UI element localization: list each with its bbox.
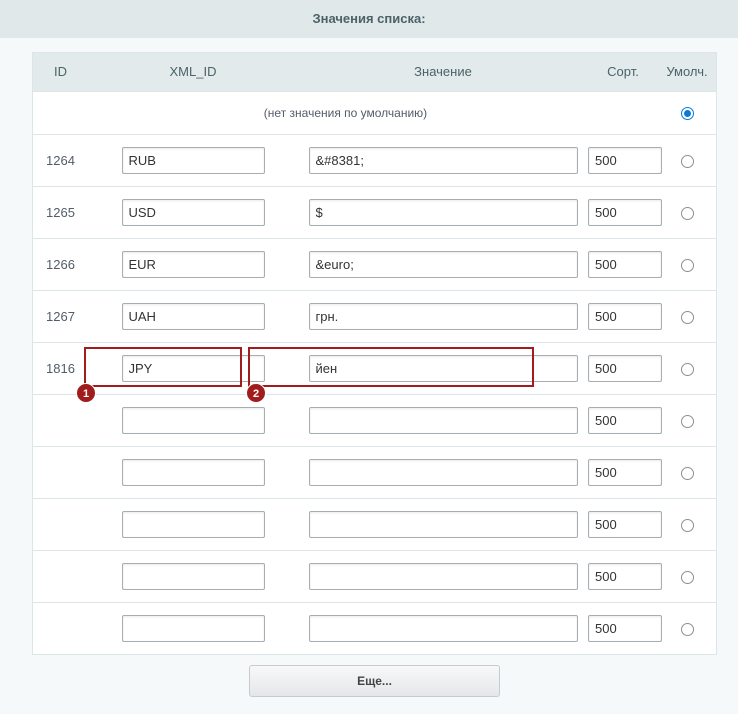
sort-input[interactable] <box>588 510 662 538</box>
table-row <box>33 602 716 654</box>
sort-input[interactable] <box>588 250 662 278</box>
row-id: 1264 <box>33 134 88 187</box>
no-default-label: (нет значения по умолчанию) <box>33 91 658 135</box>
xml-id-input[interactable] <box>121 614 265 642</box>
default-radio[interactable] <box>680 622 694 636</box>
sort-input[interactable] <box>588 562 662 590</box>
default-radio[interactable] <box>680 518 694 532</box>
table-row: 1266 <box>33 238 716 291</box>
table-header-row: ID XML_ID Значение Сорт. Умолч. <box>33 53 716 92</box>
default-radio[interactable] <box>680 258 694 272</box>
default-radio[interactable] <box>680 362 694 376</box>
table-row <box>33 394 716 447</box>
more-button[interactable]: Еще... <box>249 665 500 697</box>
row-id <box>33 446 88 499</box>
xml-id-input[interactable] <box>121 458 265 486</box>
sort-input[interactable] <box>588 458 662 486</box>
default-radio[interactable] <box>680 206 694 220</box>
row-id <box>33 550 88 603</box>
sort-input[interactable] <box>588 302 662 330</box>
value-input[interactable] <box>308 510 578 538</box>
sort-input[interactable] <box>588 614 662 642</box>
table-row: 1267 <box>33 290 716 343</box>
xml-id-input[interactable] <box>121 198 265 226</box>
row-id <box>33 394 88 447</box>
value-input[interactable] <box>308 250 578 278</box>
default-radio[interactable] <box>680 466 694 480</box>
row-id: 1265 <box>33 186 88 239</box>
default-radio[interactable] <box>680 310 694 324</box>
value-input[interactable] <box>308 146 578 174</box>
table-row <box>33 446 716 499</box>
column-header-id: ID <box>33 53 88 92</box>
value-input[interactable] <box>308 198 578 226</box>
row-id: 1266 <box>33 238 88 291</box>
default-radio-none[interactable] <box>680 107 694 121</box>
default-radio[interactable] <box>680 414 694 428</box>
sort-input[interactable] <box>588 354 662 382</box>
row-id: 1267 <box>33 290 88 343</box>
value-input[interactable] <box>308 614 578 642</box>
column-header-value: Значение <box>298 53 588 92</box>
value-input[interactable] <box>308 458 578 486</box>
xml-id-input[interactable] <box>121 510 265 538</box>
row-id <box>33 498 88 551</box>
xml-id-input[interactable] <box>121 302 265 330</box>
section-title: Значения списка: <box>0 0 738 38</box>
highlight-box-value <box>248 347 534 387</box>
xml-id-input[interactable] <box>121 146 265 174</box>
table-row: 1264 <box>33 134 716 187</box>
xml-id-input[interactable] <box>121 250 265 278</box>
table-row: 1265 <box>33 186 716 239</box>
value-input[interactable] <box>308 406 578 434</box>
row-id <box>33 602 88 654</box>
value-input[interactable] <box>308 562 578 590</box>
sort-input[interactable] <box>588 198 662 226</box>
annotation-badge-1: 1 <box>76 383 96 403</box>
default-radio[interactable] <box>680 570 694 584</box>
value-input[interactable] <box>308 302 578 330</box>
xml-id-input[interactable] <box>121 562 265 590</box>
xml-id-input[interactable] <box>121 406 265 434</box>
column-header-sort: Сорт. <box>588 53 658 92</box>
sort-input[interactable] <box>588 406 662 434</box>
no-default-row: (нет значения по умолчанию) <box>33 91 716 135</box>
column-header-default: Умолч. <box>658 53 716 92</box>
column-header-xml-id: XML_ID <box>88 53 298 92</box>
highlight-box-xml-id <box>84 347 242 387</box>
default-radio[interactable] <box>680 154 694 168</box>
annotation-badge-2: 2 <box>246 383 266 403</box>
table-row <box>33 550 716 603</box>
sort-input[interactable] <box>588 146 662 174</box>
table-row <box>33 498 716 551</box>
